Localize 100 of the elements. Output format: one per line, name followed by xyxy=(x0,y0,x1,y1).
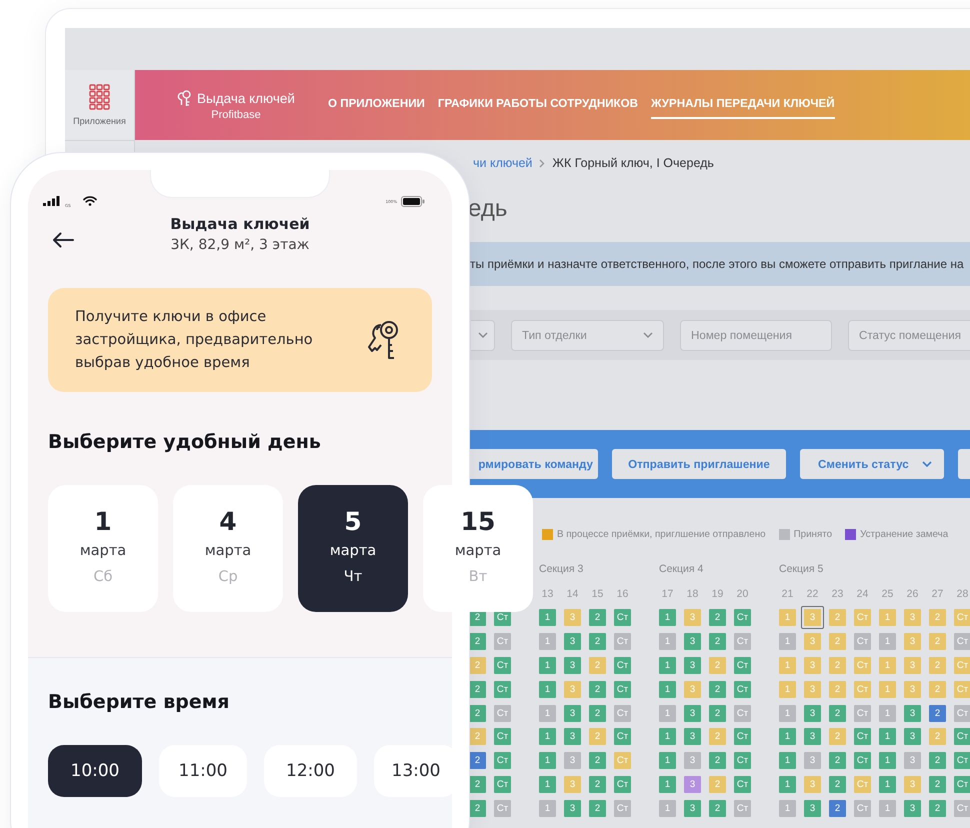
apartment-cell[interactable]: 1 xyxy=(659,776,676,793)
apartment-cell[interactable]: 3 xyxy=(804,776,821,793)
apartment-cell[interactable]: 3 xyxy=(804,704,821,722)
apartment-cell[interactable]: 1 xyxy=(779,633,796,650)
apartment-cell[interactable]: Ст xyxy=(954,776,970,793)
apartment-cell[interactable]: 3 xyxy=(564,776,581,793)
apartment-cell[interactable]: 1 xyxy=(879,633,896,650)
apartment-cell[interactable]: Ст xyxy=(954,633,970,650)
apartment-cell[interactable]: 1 xyxy=(539,800,556,817)
date-card[interactable]: 1 марта Сб xyxy=(48,485,158,612)
apartment-cell[interactable]: 2 xyxy=(469,656,486,674)
breadcrumb-link[interactable]: чи ключей xyxy=(473,156,532,170)
apartment-cell[interactable]: Ст xyxy=(734,656,751,674)
apps-grid-icon[interactable] xyxy=(88,84,110,110)
apartment-cell[interactable]: Ст xyxy=(954,800,970,817)
apartment-cell[interactable]: 2 xyxy=(829,680,846,698)
apartment-cell[interactable]: 2 xyxy=(829,704,846,722)
apartment-cell[interactable]: Ст xyxy=(954,656,970,674)
apartment-cell[interactable]: Ст xyxy=(614,800,631,817)
apartment-cell[interactable]: 2 xyxy=(589,609,606,626)
apartment-cell[interactable]: Ст xyxy=(614,633,631,650)
apartment-cell[interactable]: 1 xyxy=(539,776,556,793)
apartment-cell[interactable]: Ст xyxy=(954,728,970,746)
apartment-cell[interactable]: Ст xyxy=(614,609,631,626)
apartment-cell[interactable]: Ст xyxy=(614,728,631,746)
apartment-cell[interactable]: Ст xyxy=(854,680,871,698)
apartment-cell[interactable]: 2 xyxy=(929,656,946,674)
apartment-cell[interactable]: 1 xyxy=(539,728,556,746)
apartment-cell[interactable]: Ст xyxy=(494,656,511,674)
apartment-cell[interactable]: Ст xyxy=(494,800,511,817)
apartment-cell[interactable]: Ст xyxy=(734,776,751,793)
apartment-cell[interactable]: 3 xyxy=(904,656,921,674)
apartment-cell[interactable]: Ст xyxy=(854,800,871,817)
apartment-cell[interactable]: Ст xyxy=(954,609,970,626)
apartment-cell[interactable]: Ст xyxy=(734,704,751,722)
apartment-cell[interactable]: 1 xyxy=(779,776,796,793)
apartment-cell[interactable]: 1 xyxy=(879,680,896,698)
toolbar-button[interactable]: рмировать команду xyxy=(469,449,598,479)
apartment-cell[interactable]: Ст xyxy=(734,800,751,817)
apartment-cell[interactable]: 2 xyxy=(469,704,486,722)
apartment-cell[interactable]: 2 xyxy=(469,680,486,698)
apartment-cell[interactable]: Ст xyxy=(734,728,751,746)
apartment-cell[interactable]: 2 xyxy=(469,776,486,793)
apartment-cell[interactable]: 1 xyxy=(539,752,556,770)
apartment-cell[interactable]: 2 xyxy=(469,633,486,650)
apartment-cell[interactable]: 3 xyxy=(564,680,581,698)
apartment-cell[interactable]: 1 xyxy=(779,752,796,770)
apartment-cell[interactable]: 1 xyxy=(779,728,796,746)
apartment-cell[interactable]: 2 xyxy=(829,728,846,746)
apartment-cell[interactable]: 1 xyxy=(539,704,556,722)
back-arrow-icon[interactable] xyxy=(52,232,74,248)
apartment-cell[interactable]: 1 xyxy=(779,656,796,674)
apartment-cell[interactable]: 3 xyxy=(684,680,701,698)
nav-tab[interactable]: ЖУРНАЛЫ ПЕРЕДАЧИ КЛЮЧЕЙ xyxy=(651,91,835,119)
apartment-cell[interactable]: Ст xyxy=(494,633,511,650)
apartment-cell[interactable]: Ст xyxy=(854,728,871,746)
apartment-cell[interactable]: Ст xyxy=(614,704,631,722)
apartment-cell[interactable]: 3 xyxy=(684,633,701,650)
time-slot-button[interactable]: 12:00 xyxy=(264,745,357,797)
apartment-cell[interactable]: 2 xyxy=(589,704,606,722)
apartment-cell[interactable]: 1 xyxy=(879,656,896,674)
apartment-cell[interactable]: 2 xyxy=(709,704,726,722)
apartment-cell[interactable]: 2 xyxy=(709,680,726,698)
apartment-cell[interactable]: Ст xyxy=(614,776,631,793)
apps-label[interactable]: Приложения xyxy=(73,116,126,126)
apartment-cell[interactable]: 3 xyxy=(564,656,581,674)
apartment-cell[interactable]: 2 xyxy=(589,800,606,817)
apartment-cell[interactable]: 1 xyxy=(879,776,896,793)
apartment-cell[interactable]: 1 xyxy=(879,704,896,722)
apartment-cell[interactable]: Ст xyxy=(854,609,871,626)
apartment-cell[interactable]: 2 xyxy=(589,752,606,770)
apartment-cell[interactable]: 3 xyxy=(684,704,701,722)
apartment-cell[interactable]: 1 xyxy=(659,800,676,817)
apartment-cell[interactable]: 3 xyxy=(904,728,921,746)
apartment-cell[interactable]: 2 xyxy=(829,800,846,817)
apartment-cell[interactable]: Ст xyxy=(854,704,871,722)
time-slot-button[interactable]: 11:00 xyxy=(159,745,247,797)
apartment-cell[interactable]: 1 xyxy=(779,704,796,722)
apartment-cell[interactable]: 2 xyxy=(709,800,726,817)
apartment-cell[interactable]: 3 xyxy=(804,728,821,746)
apartment-cell[interactable]: 2 xyxy=(709,633,726,650)
apartment-cell[interactable]: 3 xyxy=(564,800,581,817)
apartment-cell[interactable]: 2 xyxy=(589,728,606,746)
apartment-cell[interactable]: 2 xyxy=(709,776,726,793)
apartment-cell[interactable]: 3 xyxy=(904,633,921,650)
toolbar-button[interactable]: Сменить статус xyxy=(800,449,944,479)
apartment-cell[interactable]: Ст xyxy=(494,776,511,793)
apartment-cell[interactable]: 2 xyxy=(589,776,606,793)
apartment-cell[interactable]: 1 xyxy=(659,633,676,650)
apartment-cell[interactable]: 2 xyxy=(709,656,726,674)
apartment-cell[interactable]: 1 xyxy=(539,656,556,674)
apartment-cell[interactable]: 1 xyxy=(539,633,556,650)
apartment-cell[interactable]: 2 xyxy=(709,752,726,770)
apartment-cell[interactable]: 3 xyxy=(904,680,921,698)
apartment-cell[interactable]: 2 xyxy=(929,704,946,722)
apartment-cell[interactable]: Ст xyxy=(734,609,751,626)
apartment-cell[interactable]: 3 xyxy=(804,656,821,674)
date-card[interactable]: 5 марта Чт xyxy=(298,485,408,612)
apartment-cell[interactable]: 2 xyxy=(929,752,946,770)
apartment-cell[interactable]: 2 xyxy=(829,633,846,650)
